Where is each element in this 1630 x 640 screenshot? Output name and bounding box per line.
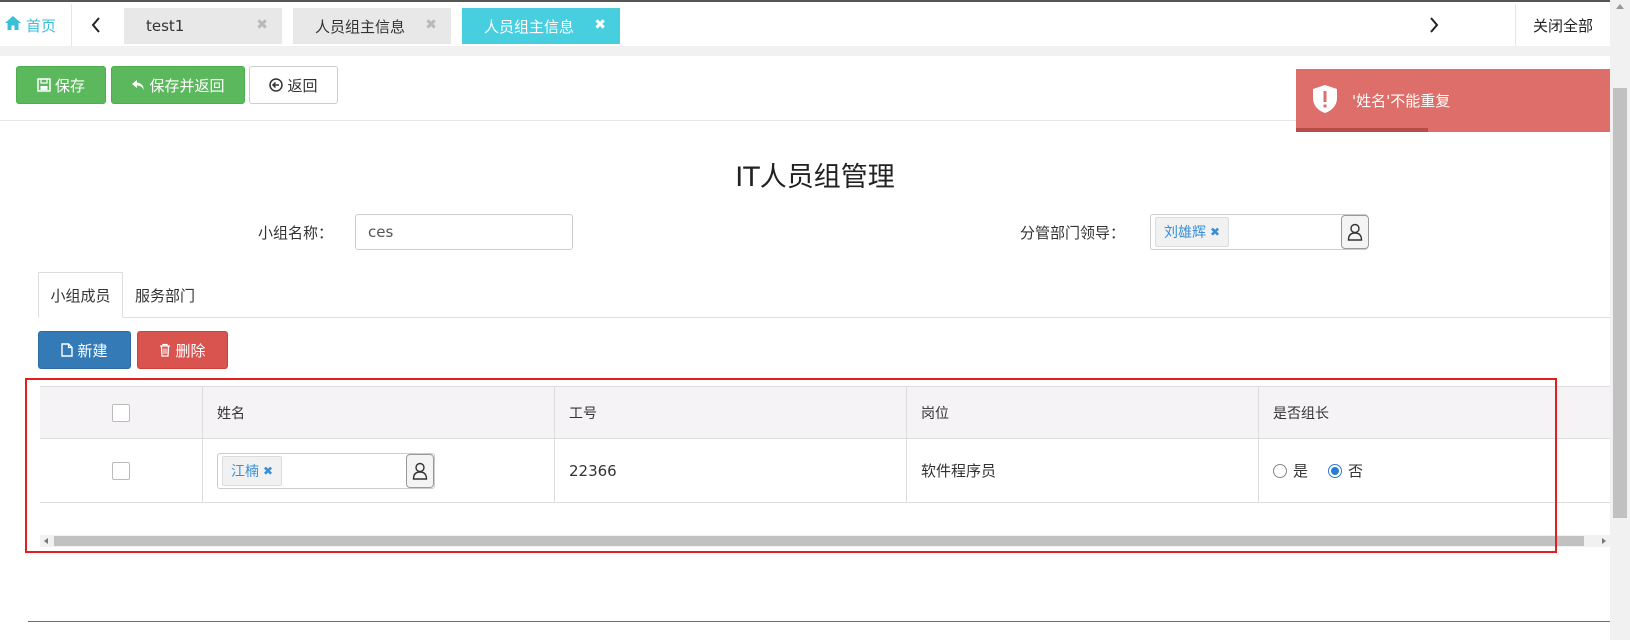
subtab-baseline xyxy=(38,317,1610,318)
tab-next-button[interactable] xyxy=(1414,4,1454,46)
save-and-return-button[interactable]: 保存并返回 xyxy=(111,66,245,104)
close-icon[interactable]: ✖ xyxy=(256,17,268,33)
highlight-box xyxy=(25,378,1557,553)
trash-icon xyxy=(159,343,171,357)
tab-test1[interactable]: test1 ✖ xyxy=(124,8,282,44)
tab-group-info[interactable]: 人员组主信息 ✖ xyxy=(293,8,451,44)
close-all-button[interactable]: 关闭全部 xyxy=(1515,4,1610,46)
back-circle-icon xyxy=(269,78,284,92)
chevron-left-icon xyxy=(91,17,100,33)
back-label: 返回 xyxy=(287,76,318,95)
toolbar-divider xyxy=(0,46,1610,56)
user-icon xyxy=(1347,223,1363,241)
group-name-input[interactable]: ces xyxy=(355,214,573,250)
delete-label: 删除 xyxy=(175,341,206,360)
tab-home[interactable]: 首页 xyxy=(0,4,72,46)
leader-label: 分管部门领导： xyxy=(1020,224,1126,242)
scroll-right-arrow[interactable] xyxy=(1602,538,1606,544)
new-label: 新建 xyxy=(77,341,108,360)
tab-prev-button[interactable] xyxy=(76,4,116,46)
scrollbar-thumb[interactable] xyxy=(1613,88,1627,518)
home-icon xyxy=(4,15,26,35)
save-label: 保存 xyxy=(54,76,85,95)
tab-members[interactable]: 小组成员 xyxy=(38,272,123,318)
tab-bar: 首页 test1 ✖ 人员组主信息 ✖ 人员组主信息 ✖ 关闭全部 xyxy=(0,0,1610,46)
tab-departments[interactable]: 服务部门 xyxy=(125,272,205,318)
tab-label: test1 xyxy=(146,17,185,35)
home-label: 首页 xyxy=(26,16,57,35)
tab-group-info-active[interactable]: 人员组主信息 ✖ xyxy=(462,8,620,44)
app-root: 首页 test1 ✖ 人员组主信息 ✖ 人员组主信息 ✖ 关闭全部 保存 保存并… xyxy=(0,0,1630,640)
remove-tag-icon[interactable]: ✖ xyxy=(1210,225,1220,239)
group-name-value: ces xyxy=(368,223,394,241)
close-icon[interactable]: ✖ xyxy=(425,17,437,33)
section-divider xyxy=(28,621,1610,622)
save-button[interactable]: 保存 xyxy=(16,66,106,104)
group-name-label: 小组名称： xyxy=(258,224,334,242)
close-icon[interactable]: ✖ xyxy=(594,17,606,33)
back-button[interactable]: 返回 xyxy=(249,66,338,104)
chevron-right-icon xyxy=(1430,17,1439,33)
page-title: IT人员组管理 xyxy=(735,162,895,193)
toast-message: '姓名'不能重复 xyxy=(1352,92,1451,110)
delete-row-button[interactable]: 删除 xyxy=(137,331,228,369)
error-toast[interactable]: '姓名'不能重复 xyxy=(1296,69,1610,132)
leader-field[interactable]: 刘雄辉 ✖ xyxy=(1150,214,1368,250)
new-row-button[interactable]: 新建 xyxy=(38,331,131,369)
vertical-scrollbar[interactable] xyxy=(1610,0,1630,640)
leader-tag-label: 刘雄辉 xyxy=(1164,225,1206,241)
toast-progress xyxy=(1296,128,1428,132)
tab-label: 人员组主信息 xyxy=(484,17,575,36)
tab-label: 人员组主信息 xyxy=(315,17,406,36)
leader-tag: 刘雄辉 ✖ xyxy=(1155,217,1230,247)
reply-icon xyxy=(131,79,145,91)
file-icon xyxy=(61,343,74,357)
save-and-return-label: 保存并返回 xyxy=(149,76,225,95)
floppy-icon xyxy=(37,78,51,92)
scroll-up-arrow[interactable] xyxy=(1616,4,1624,9)
shield-alert-icon xyxy=(1312,84,1338,118)
user-picker-button[interactable] xyxy=(1341,215,1369,249)
